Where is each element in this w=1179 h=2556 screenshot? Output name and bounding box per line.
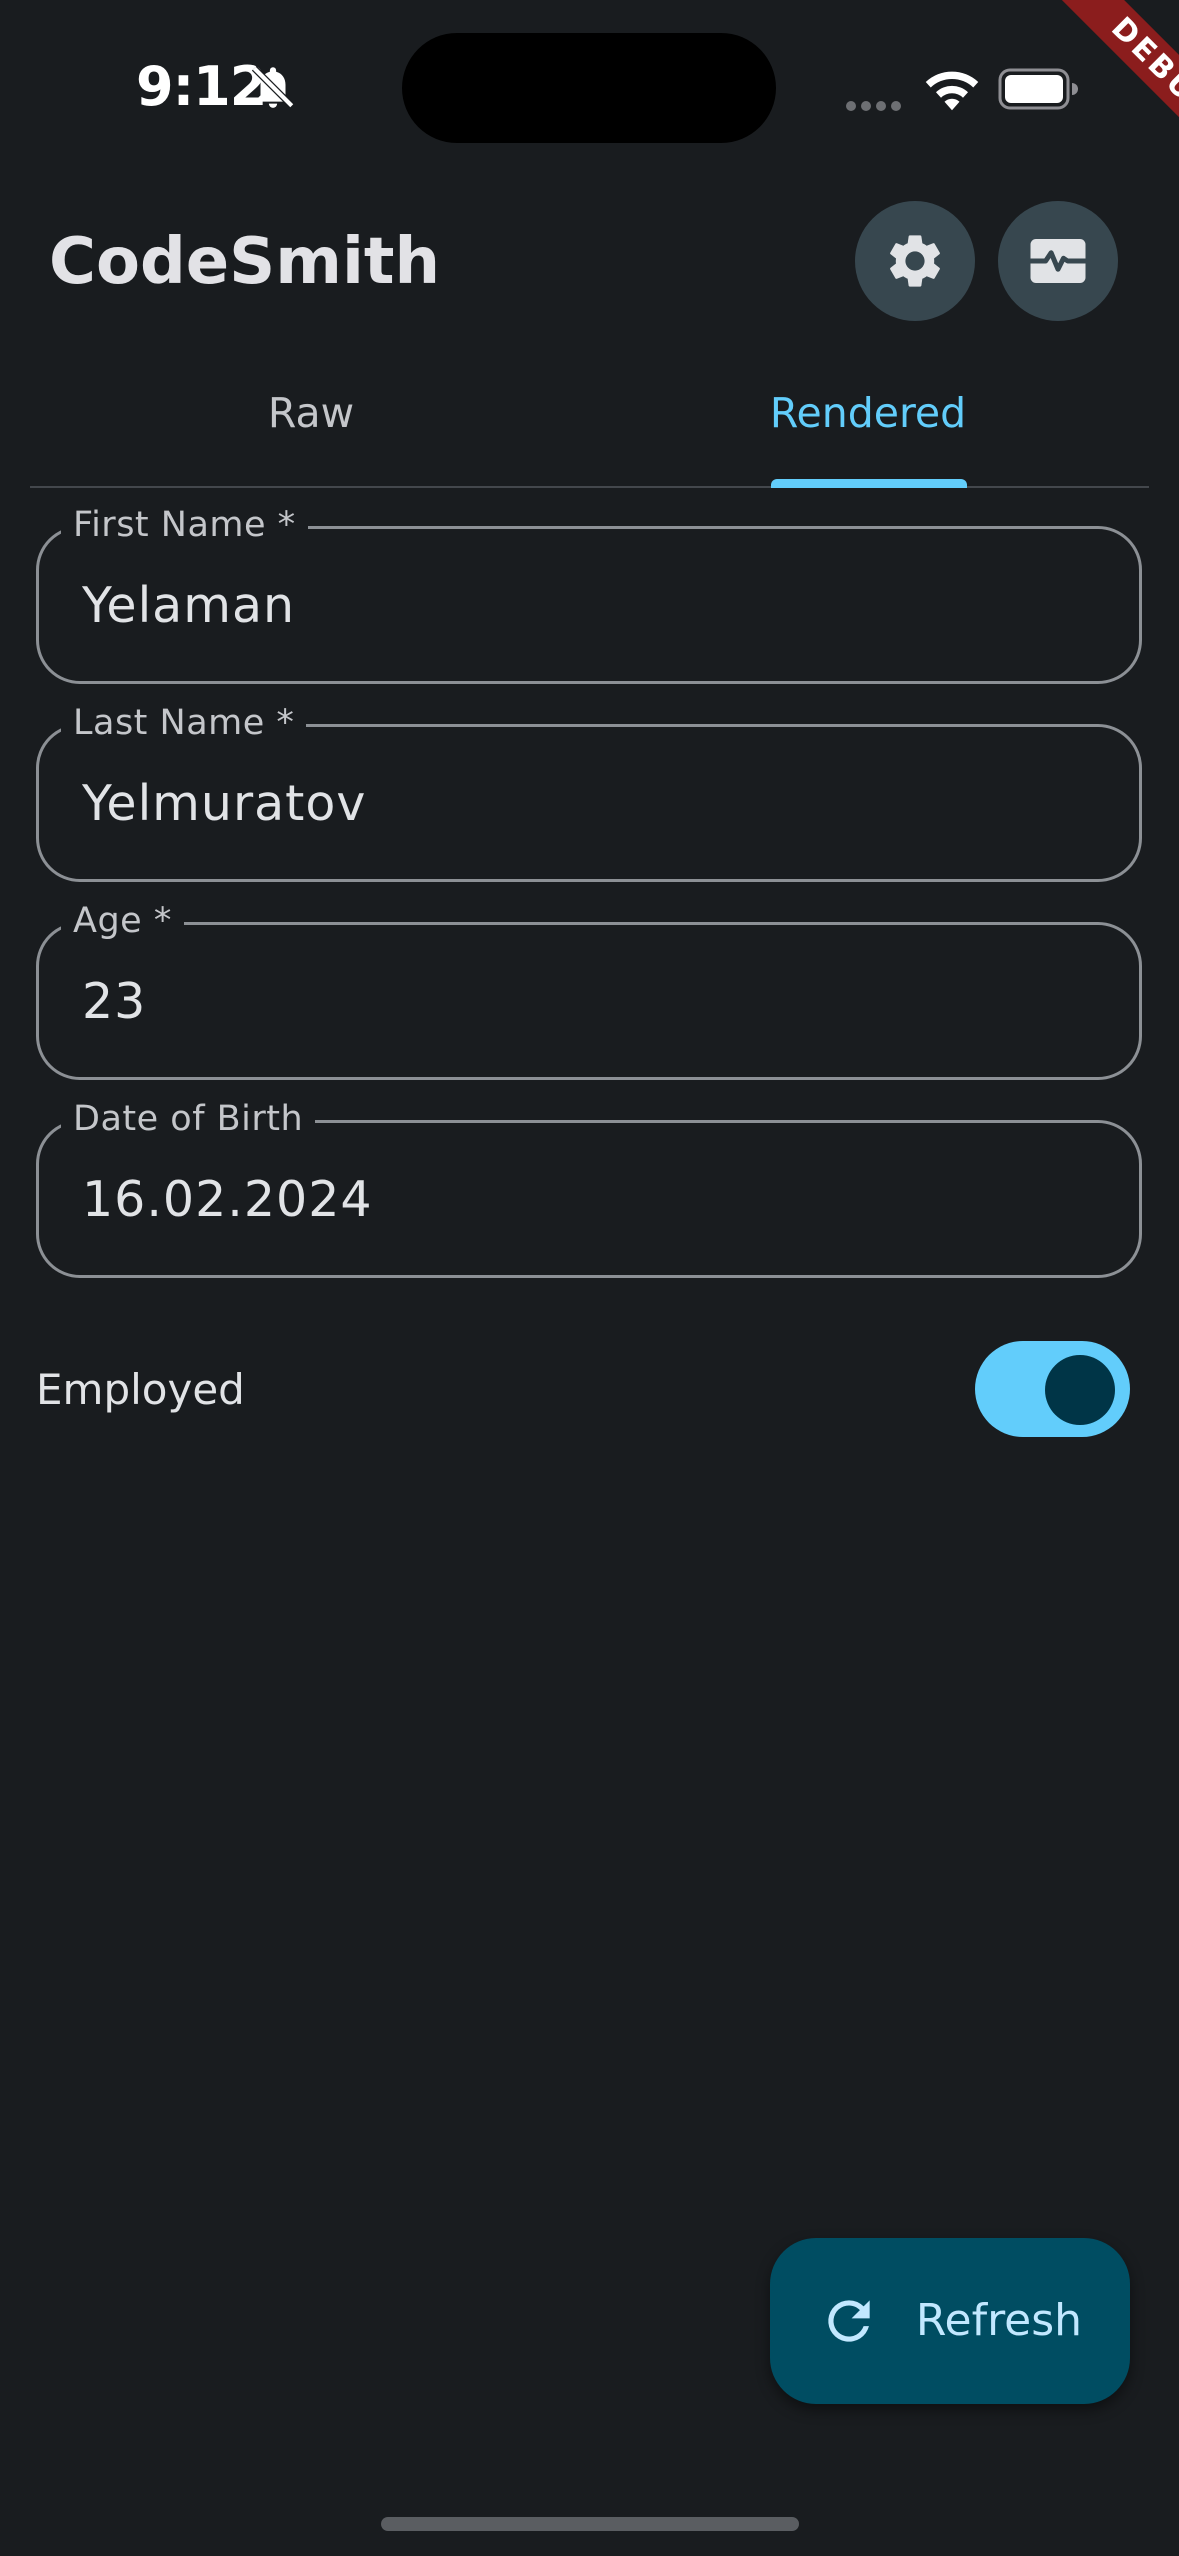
date-of-birth-label: Date of Birth — [61, 1096, 316, 1142]
employed-toggle[interactable] — [975, 1341, 1130, 1437]
refresh-button[interactable]: Refresh — [770, 2238, 1130, 2404]
age-input[interactable]: 23 — [82, 969, 1082, 1035]
refresh-icon — [828, 2300, 870, 2342]
last-name-input[interactable]: Yelmuratov — [82, 771, 1082, 837]
settings-button[interactable] — [855, 201, 975, 321]
employed-toggle-thumb — [1045, 1355, 1115, 1425]
refresh-label: Refresh — [915, 2295, 1083, 2346]
first-name-input[interactable]: Yelaman — [82, 573, 1082, 639]
first-name-field[interactable]: First Name * Yelaman — [36, 502, 1142, 684]
date-of-birth-field[interactable]: Date of Birth 16.02.2024 — [36, 1096, 1142, 1278]
signal-dots-icon — [846, 96, 906, 115]
last-name-label: Last Name * — [61, 700, 307, 746]
debug-banner-label: DEBUG — [1041, 0, 1179, 180]
debug-banner: DEBUG — [999, 0, 1179, 180]
tab-rendered[interactable]: Rendered — [587, 378, 1149, 448]
tab-divider — [30, 486, 1149, 488]
age-label: Age * — [61, 898, 184, 944]
employed-label: Employed — [36, 1365, 245, 1414]
date-of-birth-input[interactable]: 16.02.2024 — [82, 1167, 1082, 1233]
home-indicator[interactable] — [381, 2517, 799, 2531]
status-time: 9:12 — [136, 55, 267, 118]
tab-indicator — [771, 479, 967, 488]
dynamic-island — [402, 33, 776, 143]
last-name-field[interactable]: Last Name * Yelmuratov — [36, 700, 1142, 882]
app-title: CodeSmith — [49, 225, 441, 299]
bell-slash-icon — [251, 65, 295, 109]
gear-icon — [890, 235, 940, 287]
wifi-icon — [925, 71, 979, 111]
tab-raw[interactable]: Raw — [30, 378, 592, 448]
age-field[interactable]: Age * 23 — [36, 898, 1142, 1080]
monitor-button[interactable] — [998, 201, 1118, 321]
first-name-label: First Name * — [61, 502, 308, 548]
monitor-heart-icon — [1030, 239, 1086, 283]
